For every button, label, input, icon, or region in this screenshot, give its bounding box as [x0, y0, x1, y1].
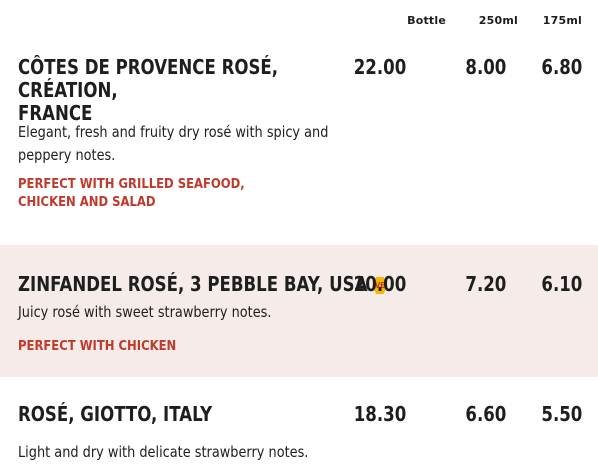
price-250ml: 7.20 [465, 272, 506, 296]
price-175ml: 6.10 [541, 272, 582, 296]
wine-description: Juicy rosé with sweet strawberry notes. [18, 303, 272, 321]
bottle-column-header: Bottle [407, 14, 446, 27]
price-250ml: 8.00 [465, 55, 506, 79]
food-pairing: Perfect with chicken [18, 338, 177, 354]
wine-description: Elegant, fresh and fruity dry rosé with … [18, 121, 362, 167]
wine-description: Light and dry with delicate strawberry n… [18, 443, 309, 461]
175ml-column-header: 175ml [542, 14, 582, 27]
price-bottle: 20.00 [353, 272, 406, 296]
wine-name-line-1: Côtes de Provence Rosé, Création, [18, 55, 279, 102]
250ml-column-header: 250ml [478, 14, 518, 27]
wine-item-giotto: Rosé, Giotto, Italy 18.30 6.60 5.50 Ligh… [0, 403, 598, 463]
wine-name: Côtes de Provence Rosé, Création, France [18, 56, 367, 125]
price-column-headers: Bottle 250ml 175ml [0, 14, 598, 30]
price-175ml: 5.50 [541, 402, 582, 426]
price-bottle: 18.30 [353, 402, 406, 426]
pairing-line-2: chicken and salad [18, 194, 156, 210]
wine-name-text: Zinfandel Rosé, 3 Pebble Bay, USA [18, 272, 368, 296]
wine-name: Zinfandel Rosé, 3 Pebble Bay, USA VE [18, 273, 400, 296]
wine-item-zinfandel: Zinfandel Rosé, 3 Pebble Bay, USA VE 20.0… [0, 245, 598, 377]
description-line-2: peppery notes. [18, 146, 116, 164]
food-pairing: Perfect with grilled seafood, chicken an… [18, 175, 310, 211]
price-175ml: 6.80 [541, 55, 582, 79]
description-line-1: Elegant, fresh and fruity dry rosé with … [18, 123, 329, 141]
pairing-line-1: Perfect with grilled seafood, [18, 176, 245, 192]
wine-item-cotes-de-provence: Côtes de Provence Rosé, Création, France… [0, 56, 598, 236]
wine-name: Rosé, Giotto, Italy [18, 402, 213, 426]
price-250ml: 6.60 [465, 402, 506, 426]
price-bottle: 22.00 [353, 55, 406, 79]
